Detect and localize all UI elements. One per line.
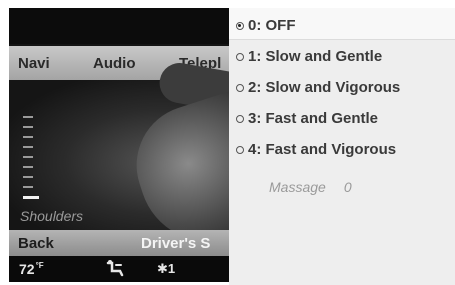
seat-display: Navi Audio Telepl Shoulders Back Driver'…: [9, 8, 229, 282]
back-bar: Back Driver's S: [9, 230, 229, 256]
option-label: 0: OFF: [248, 17, 296, 34]
massage-option-off[interactable]: 0: OFF: [236, 17, 296, 34]
massage-label: Massage: [269, 179, 326, 195]
display-top-bar: [9, 8, 229, 44]
menu-item-navi[interactable]: Navi: [18, 55, 50, 72]
temperature-unit: °F: [35, 261, 44, 270]
radio-selected-icon: [236, 21, 244, 30]
scale-tick: [23, 146, 33, 148]
massage-option-slow-vigorous[interactable]: 2: Slow and Vigorous: [236, 79, 400, 96]
massage-option-fast-gentle[interactable]: 3: Fast and Gentle: [236, 110, 378, 127]
massage-value: 0: [343, 179, 352, 195]
option-label: 2: Slow and Vigorous: [248, 79, 401, 96]
menu-item-audio[interactable]: Audio: [93, 55, 136, 72]
scale-tick-active: [23, 196, 39, 199]
fan-icon: ✱: [157, 261, 168, 276]
drivers-seat-title: Driver's S: [141, 235, 211, 252]
massage-status: Massage 0: [269, 179, 352, 195]
scale-tick: [23, 116, 33, 118]
airflow-icon[interactable]: [104, 259, 126, 279]
option-label: 1: Slow and Gentle: [248, 48, 383, 65]
shoulder-adjust-scale[interactable]: [23, 116, 39, 212]
temperature-readout[interactable]: 72°F: [19, 261, 44, 277]
radio-icon: [236, 114, 244, 123]
temperature-value: 72: [19, 261, 35, 277]
option-label: 3: Fast and Gentle: [248, 110, 379, 127]
scale-tick: [23, 156, 33, 158]
option-label: 4: Fast and Vigorous: [248, 141, 397, 158]
fan-level-value: 1: [167, 261, 176, 276]
massage-option-slow-gentle[interactable]: 1: Slow and Gentle: [236, 48, 382, 65]
scale-label: Shoulders: [20, 208, 84, 224]
scale-tick: [23, 126, 33, 128]
climate-status-bar: 72°F ✱1: [9, 256, 229, 282]
massage-option-fast-vigorous[interactable]: 4: Fast and Vigorous: [236, 141, 396, 158]
massage-menu: 0: OFF 1: Slow and Gentle 2: Slow and Vi…: [229, 8, 455, 285]
fan-level[interactable]: ✱1: [157, 261, 175, 277]
scale-tick: [23, 186, 33, 188]
scale-tick: [23, 176, 33, 178]
radio-icon: [236, 145, 244, 154]
scale-tick: [23, 166, 33, 168]
back-button[interactable]: Back: [18, 235, 54, 252]
radio-icon: [236, 83, 244, 92]
scale-tick: [23, 136, 33, 138]
radio-icon: [236, 52, 244, 61]
